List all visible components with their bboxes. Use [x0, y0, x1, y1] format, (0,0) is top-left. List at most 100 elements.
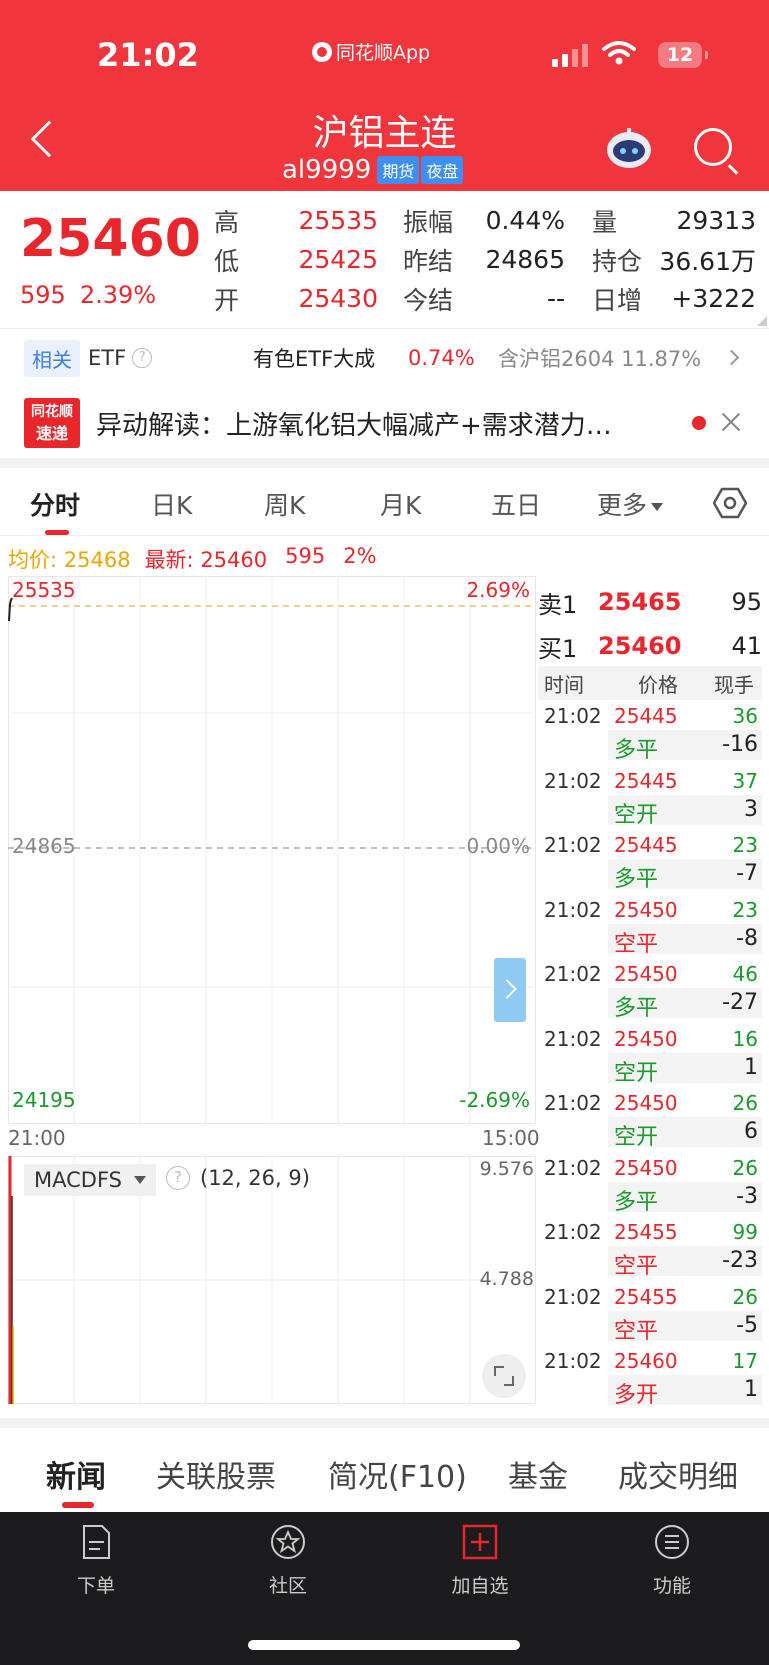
tick-price: 25445: [614, 704, 678, 728]
help-icon[interactable]: ?: [132, 348, 153, 368]
tab-intraday[interactable]: 分时: [30, 486, 80, 522]
tick-time: 21:02: [544, 833, 602, 857]
tick-net: -16: [722, 732, 758, 757]
quote-label: 低: [214, 246, 240, 276]
status-app-name: 同花顺App: [336, 42, 431, 64]
tick-row: 21:02 25445 23 多平 -7: [538, 829, 762, 893]
nav-community[interactable]: 社区: [228, 1524, 348, 1598]
tick-detail: 空开 6: [608, 1117, 762, 1150]
unread-dot-icon: [692, 416, 706, 430]
nav-functions[interactable]: 功能: [612, 1524, 732, 1598]
related-badge: 相关: [24, 339, 80, 377]
price-info-row: 均价: 25468 最新: 25460 595 2%: [8, 544, 377, 574]
quote-label: 持仓: [592, 246, 643, 276]
indicator-selector[interactable]: MACDFS: [24, 1164, 156, 1196]
quote-value: 25535: [298, 206, 378, 235]
tab-more[interactable]: 更多: [597, 486, 664, 522]
etf-name: 有色ETF大成: [253, 347, 376, 371]
tick-row: 21:02 25450 26 多平 -3: [538, 1152, 762, 1216]
nav-order[interactable]: 下单: [36, 1524, 156, 1598]
expand-corner-icon[interactable]: [757, 316, 767, 326]
tick-net: 3: [744, 796, 758, 822]
tick-time: 21:02: [544, 962, 602, 986]
tick-detail: 多开 1: [608, 1375, 762, 1408]
tag-night-session: 夜盘: [421, 156, 464, 184]
quote-value: 36.61万: [659, 246, 756, 276]
tick-time: 21:02: [544, 1349, 602, 1373]
tab-profile-f10[interactable]: 简况(F10): [328, 1452, 467, 1496]
tick-row: 21:02 25445 37 空开 3: [538, 765, 762, 829]
expand-panel-tab[interactable]: [494, 958, 526, 1022]
chevron-right-icon: [723, 349, 740, 366]
tab-daily-k[interactable]: 日K: [151, 486, 192, 522]
tag-futures: 期货: [377, 156, 420, 184]
tick-time: 21:02: [544, 1091, 602, 1115]
battery-indicator: 12: [658, 42, 708, 68]
quote-value: +3222: [671, 284, 756, 313]
caret-down-icon: [134, 1176, 146, 1184]
news-headline[interactable]: 异动解读：上游氧化铝大幅减产+需求潜力…: [96, 405, 656, 442]
quote-value: 25430: [298, 284, 378, 313]
nav-add-watchlist[interactable]: 加自选: [420, 1524, 540, 1598]
macd-indicator-chart[interactable]: MACDFS ? (12, 26, 9) 9.576 4.788: [8, 1156, 536, 1404]
nav-add-watchlist-label: 加自选: [451, 1575, 509, 1597]
help-icon[interactable]: ?: [166, 1166, 190, 1190]
quote-value: --: [546, 284, 565, 313]
change-value: 595: [20, 281, 66, 309]
quote-label: 日增: [592, 285, 643, 315]
tab-five-day[interactable]: 五日: [491, 486, 541, 522]
tick-time: 21:02: [544, 1284, 602, 1309]
tick-volume: 37: [732, 768, 758, 793]
tick-net: -8: [736, 925, 758, 951]
close-icon[interactable]: [719, 410, 743, 434]
add-watchlist-icon: [462, 1524, 498, 1560]
news-banner[interactable]: 同花顺 速递 异动解读：上游氧化铝大幅减产+需求潜力…: [0, 388, 769, 458]
bid-qty: 41: [731, 632, 762, 660]
menu-icon: [655, 1525, 689, 1559]
tick-price: 25445: [614, 833, 678, 857]
latest-change: 595: [285, 544, 326, 568]
ask-qty: 95: [731, 588, 762, 616]
robot-assistant-icon[interactable]: [604, 126, 654, 170]
tick-type: 多平: [614, 996, 659, 1021]
etf-holding: 含沪铝2604 11.87%: [498, 347, 702, 371]
latest-pct: 2%: [343, 544, 377, 568]
tab-related-stocks[interactable]: 关联股票: [156, 1452, 276, 1496]
tick-price: 25450: [614, 1091, 678, 1115]
etf-label: ETF: [88, 346, 127, 370]
tick-time: 21:02: [544, 768, 602, 793]
quote-col-2: 振幅 0.44% 昨结 24865 今结 --: [403, 201, 565, 318]
tick-row: 21:02 25460 17 多开 1: [538, 1345, 762, 1409]
fullscreen-icon[interactable]: [482, 1354, 526, 1398]
x-axis-start: 21:00: [8, 1126, 66, 1150]
tab-monthly-k[interactable]: 月K: [380, 486, 421, 522]
quote-value: 29313: [676, 206, 756, 235]
tick-volume: 26: [732, 1155, 758, 1180]
nav-order-label: 下单: [76, 1575, 115, 1597]
tick-detail: 多平 -3: [608, 1181, 762, 1215]
tick-type: 多平: [614, 738, 659, 763]
tick-row: 21:02 25450 46 多平 -27: [538, 958, 762, 1022]
quote-label: 高: [214, 207, 240, 237]
tab-weekly-k[interactable]: 周K: [264, 486, 305, 522]
quote-value: 25425: [298, 245, 378, 274]
status-app-indicator: 同花顺App: [312, 38, 430, 65]
tick-detail: 多平 -16: [608, 730, 762, 763]
quote-col-3: 量 29313 持仓 36.61万 日增 +3222: [592, 201, 756, 318]
indicator-name: MACDFS: [34, 1168, 122, 1192]
x-axis-end: 15:00: [482, 1126, 540, 1150]
tick-volume: 17: [732, 1349, 758, 1373]
tick-type: 多开: [614, 1383, 659, 1408]
tab-news[interactable]: 新闻: [46, 1452, 106, 1496]
tab-funds[interactable]: 基金: [508, 1452, 568, 1496]
average-price: 均价: 25468: [8, 548, 131, 572]
intraday-chart[interactable]: 25535 2.69% 24865 0.00% 24195 -2.69%: [8, 576, 536, 1124]
search-icon[interactable]: [694, 128, 732, 166]
settings-icon[interactable]: [713, 486, 747, 520]
related-etf-row[interactable]: 相关 ETF ? 有色ETF大成 0.74% 含沪铝2604 11.87%: [0, 330, 769, 386]
tab-trade-details[interactable]: 成交明细: [618, 1452, 738, 1496]
home-indicator[interactable]: [248, 1640, 520, 1650]
tick-price: 25460: [614, 1349, 678, 1373]
tick-type: 空开: [614, 1060, 659, 1086]
tick-price: 25455: [614, 1284, 678, 1309]
